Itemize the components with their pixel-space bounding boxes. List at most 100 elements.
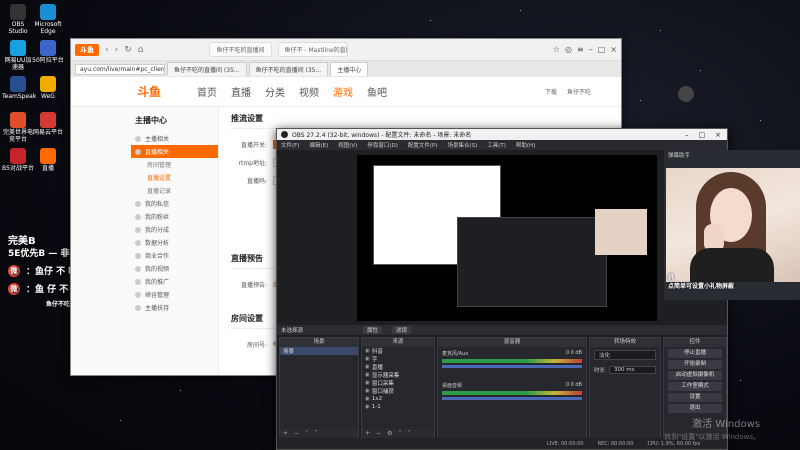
forward-icon[interactable]: › (115, 45, 119, 55)
obs-menu-item[interactable]: 帮助(H) (516, 141, 535, 149)
desktop-icon[interactable]: WeG (32, 76, 64, 101)
obs-menu-item[interactable]: 工具(T) (487, 141, 506, 149)
settings-button[interactable]: 设置 (668, 393, 722, 402)
home-icon[interactable]: ⌂ (138, 45, 144, 55)
add-icon[interactable]: + (365, 430, 370, 437)
visibility-eye-icon[interactable]: ◉ (365, 372, 370, 378)
minimize-icon[interactable]: – (685, 131, 689, 139)
properties-button[interactable]: 属性 (363, 326, 383, 334)
sidebar-item[interactable]: 我的推广 (135, 275, 218, 288)
start-recording-button[interactable]: 开始录制 (668, 360, 722, 369)
desktop-icon[interactable]: Microsoft Edge (32, 4, 64, 35)
visibility-eye-icon[interactable]: ◉ (365, 404, 370, 410)
desktop-icon[interactable]: 完美世界电竞平台 (2, 112, 34, 143)
obs-menu-item[interactable]: 视图(V) (338, 141, 357, 149)
desktop-icon[interactable]: B5对战平台 (2, 148, 34, 173)
virtual-camera-button[interactable]: 启动虚拟摄像机 (668, 371, 722, 380)
user-menu[interactable]: 鱼仔不吃 (567, 87, 591, 96)
tab-1[interactable]: 鱼仔不吃的直播间 (35... (167, 62, 247, 76)
menu-icon[interactable]: ≡ (577, 45, 584, 54)
desktop-settings-icon[interactable] (678, 86, 694, 104)
nav-game[interactable]: 游戏 (333, 84, 353, 99)
desktop-icon[interactable]: 直播 (32, 148, 64, 173)
favorites-icon[interactable]: ☆ (553, 45, 560, 54)
transition-select[interactable]: 淡化 (594, 350, 656, 360)
maximize-icon[interactable]: □ (699, 131, 706, 139)
obs-preview[interactable] (357, 155, 657, 321)
obs-menu-item[interactable]: 场景集合(S) (447, 141, 477, 149)
close-icon[interactable]: × (715, 131, 721, 139)
source-item[interactable]: ◉ 1x2 (362, 395, 434, 403)
remove-icon[interactable]: − (376, 430, 381, 437)
sidebar-item[interactable]: 峡谷管理 (135, 288, 218, 301)
source-item[interactable]: ◉ 字 (362, 355, 434, 363)
visibility-eye-icon[interactable]: ◉ (365, 388, 370, 394)
nav-live[interactable]: 直播 (231, 84, 251, 99)
source-item[interactable]: ◉ 抖音 (362, 347, 434, 355)
tab-2[interactable]: 鱼仔不吃的直播间 (35... (248, 62, 329, 76)
nav-home[interactable]: 首页 (197, 84, 217, 99)
desktop-icon[interactable]: TeamSpeak (2, 76, 36, 101)
add-icon[interactable]: + (283, 430, 288, 437)
down-icon[interactable]: ˅ (314, 430, 317, 437)
visibility-eye-icon[interactable]: ◉ (365, 356, 370, 362)
tab-anchor-center[interactable]: 主播中心 (330, 62, 369, 76)
extension-icon[interactable]: ◎ (565, 45, 572, 54)
sidebar-item[interactable]: 主播扶持 (135, 301, 218, 314)
obs-menu-item[interactable]: 停靠窗口(D) (367, 141, 398, 149)
source-item[interactable]: ◉ 窗口采集 (362, 379, 434, 387)
sidebar-item[interactable]: 我的视频 (135, 262, 218, 275)
nav-fishbar[interactable]: 鱼吧 (367, 84, 387, 99)
nav-category[interactable]: 分类 (265, 84, 285, 99)
back-icon[interactable]: ‹ (105, 45, 109, 55)
source-item[interactable]: ◉ 显示器采集 (362, 371, 434, 379)
exit-button[interactable]: 退出 (668, 404, 722, 413)
minimize-icon[interactable]: – (589, 45, 593, 54)
download-link[interactable]: 下载 (545, 87, 557, 96)
visibility-eye-icon[interactable]: ◉ (365, 396, 370, 402)
desktop-icon[interactable]: 网易云平台 (32, 112, 64, 137)
sidebar-item[interactable]: 我的粉丝 (135, 210, 218, 223)
source-item[interactable]: ◉ 窗口捕获 (362, 387, 434, 395)
volume-slider[interactable] (442, 397, 582, 400)
sidebar-item[interactable]: 我的分成 (135, 223, 218, 236)
filters-button[interactable]: 滤镜 (392, 326, 412, 334)
mini-tab-1[interactable]: 鱼仔不吃的直播间 (209, 42, 272, 57)
sidebar-item[interactable]: 直播设置 (135, 171, 218, 184)
stop-streaming-button[interactable]: 停止直播 (668, 349, 722, 358)
obs-menu-item[interactable]: 编辑(E) (309, 141, 328, 149)
desktop-icon[interactable]: 50阿拉平台 (32, 40, 64, 65)
sidebar-item[interactable]: 数据分析 (135, 236, 218, 249)
desktop-icon[interactable]: 网易UU加速器 (2, 40, 34, 71)
sidebar-item[interactable]: 直播记录 (135, 184, 218, 197)
site-logo[interactable]: 斗鱼 (137, 83, 183, 100)
obs-menu-item[interactable]: 文件(F) (281, 141, 299, 149)
sidebar-item[interactable]: 我的私信 (135, 197, 218, 210)
duration-field[interactable]: 300 ms (609, 366, 656, 374)
nav-video[interactable]: 视频 (299, 84, 319, 99)
sidebar-item[interactable]: 主播相关 (135, 132, 218, 145)
up-icon[interactable]: ˄ (305, 430, 308, 437)
sidebar-item[interactable]: 房间管理 (135, 158, 218, 171)
remove-icon[interactable]: − (294, 430, 299, 437)
refresh-icon[interactable]: ↻ (124, 45, 132, 55)
visibility-eye-icon[interactable]: ◉ (365, 348, 370, 354)
down-icon[interactable]: ˅ (407, 430, 410, 437)
studio-mode-button[interactable]: 工作室模式 (668, 382, 722, 391)
obs-menu-item[interactable]: 配置文件(P) (408, 141, 438, 149)
desktop-icon[interactable]: OBS Studio (2, 4, 34, 35)
address-bar[interactable]: ayu.com/live/main#pc_client (75, 63, 165, 75)
gear-icon[interactable]: ⚙ (387, 430, 392, 437)
source-item[interactable]: ◉ 1-1 (362, 403, 434, 411)
up-icon[interactable]: ˄ (398, 430, 401, 437)
close-icon[interactable]: × (610, 45, 617, 54)
scene-item[interactable]: 场景 (280, 347, 358, 355)
visibility-eye-icon[interactable]: ◉ (365, 380, 370, 386)
visibility-eye-icon[interactable]: ◉ (365, 364, 370, 370)
source-item[interactable]: ◉ 直播 (362, 363, 434, 371)
sidebar-item[interactable]: 直播相关 (131, 145, 218, 158)
sidebar-item[interactable]: 商业合作 (135, 249, 218, 262)
volume-slider[interactable] (442, 365, 582, 368)
mini-tab-2[interactable]: 鱼仔不 - Mastline的直播间 (277, 42, 348, 57)
maximize-icon[interactable]: □ (598, 45, 606, 54)
